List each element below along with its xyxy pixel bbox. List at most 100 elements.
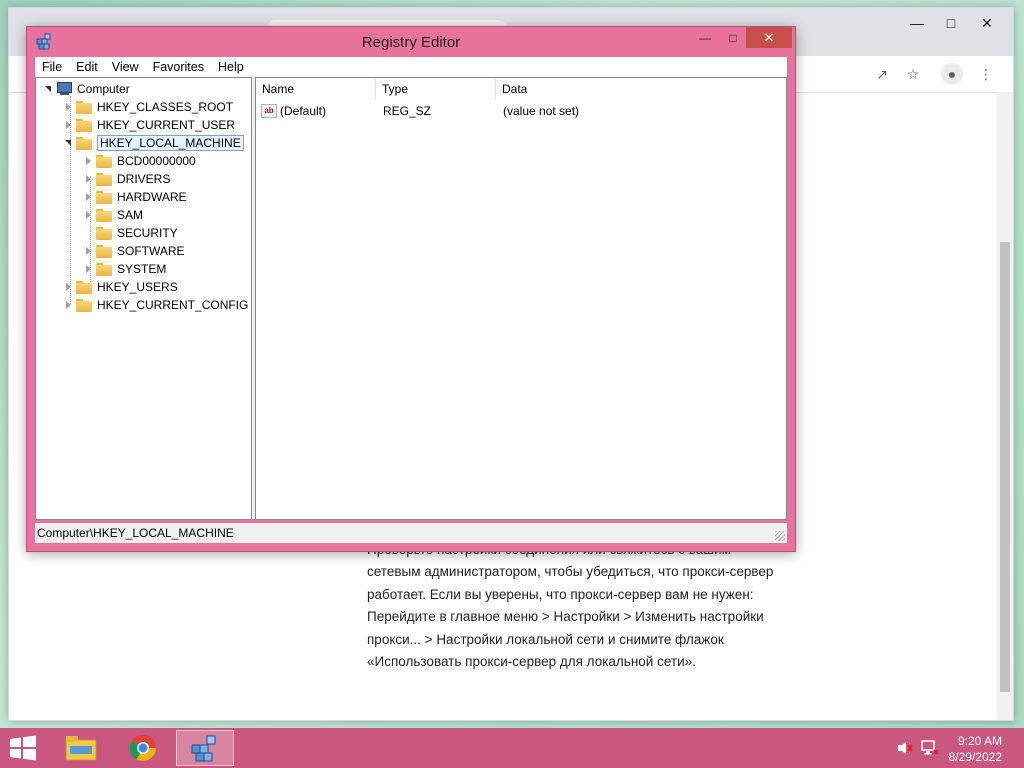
folder-icon bbox=[96, 172, 112, 186]
tree-node-label: SOFTWARE bbox=[117, 244, 185, 258]
regedit-icon bbox=[191, 735, 216, 762]
column-header-type[interactable]: Type bbox=[376, 78, 496, 100]
tree-node-label: HARDWARE bbox=[117, 190, 187, 204]
menu-favorites[interactable]: Favorites bbox=[146, 60, 211, 74]
error-line: Перейдите в главное меню > Настройки > И… bbox=[367, 609, 764, 625]
folder-icon bbox=[76, 100, 92, 114]
browser-maximize-button[interactable]: □ bbox=[933, 8, 969, 38]
tree-node-security[interactable]: SECURITY bbox=[84, 224, 178, 242]
system-clock[interactable]: 9:20 AM 8/29/2022 bbox=[949, 733, 1002, 765]
taskbar-file-explorer[interactable] bbox=[52, 730, 110, 766]
folder-icon bbox=[76, 118, 92, 132]
column-header-data[interactable]: Data bbox=[496, 78, 784, 100]
browser-scrollbar[interactable] bbox=[997, 92, 1013, 720]
string-value-icon: ab bbox=[261, 104, 277, 118]
key-tree-pane[interactable]: Computer HKEY_CLASSES_ROOT HKEY_CURRENT_… bbox=[35, 77, 252, 520]
tree-node-hkey-classes-root[interactable]: HKEY_CLASSES_ROOT bbox=[64, 98, 233, 116]
browser-menu-icon[interactable]: ⋮ bbox=[975, 63, 997, 85]
menu-file[interactable]: File bbox=[35, 60, 69, 74]
folder-icon bbox=[96, 244, 112, 258]
close-button[interactable]: ✕ bbox=[746, 27, 792, 48]
menu-help[interactable]: Help bbox=[211, 60, 251, 74]
menu-view[interactable]: View bbox=[105, 60, 146, 74]
expand-arrow-icon[interactable] bbox=[84, 264, 94, 274]
expand-arrow-icon[interactable] bbox=[64, 102, 74, 112]
folder-icon bbox=[96, 208, 112, 222]
share-icon[interactable]: ↗ bbox=[871, 63, 893, 85]
folder-icon bbox=[76, 280, 92, 294]
expand-arrow-icon[interactable] bbox=[84, 246, 94, 256]
expand-arrow-icon[interactable] bbox=[84, 192, 94, 202]
menu-edit[interactable]: Edit bbox=[69, 60, 105, 74]
tree-node-label: SAM bbox=[117, 208, 144, 222]
tree-node-hardware[interactable]: HARDWARE bbox=[84, 188, 187, 206]
tree-node-computer[interactable]: Computer bbox=[44, 80, 130, 98]
resize-grip-icon[interactable] bbox=[775, 531, 785, 541]
tree-node-label: HKEY_LOCAL_MACHINE bbox=[97, 135, 244, 151]
column-header-name[interactable]: Name bbox=[256, 78, 376, 100]
collapse-arrow-icon[interactable] bbox=[64, 138, 74, 148]
browser-minimize-button[interactable]: — bbox=[899, 8, 935, 38]
error-line: «Использовать прокси-сервер для локально… bbox=[367, 654, 696, 670]
computer-icon bbox=[56, 82, 72, 96]
volume-muted-icon[interactable] bbox=[896, 740, 914, 756]
folder-icon bbox=[96, 226, 112, 240]
clock-time: 9:20 AM bbox=[957, 734, 1002, 748]
menu-bar: File Edit View Favorites Help bbox=[35, 57, 787, 77]
error-line: работает. Если вы уверены, что прокси-се… bbox=[367, 586, 754, 602]
tree-node-label: HKEY_CURRENT_USER bbox=[97, 118, 236, 132]
clock-date: 8/29/2022 bbox=[948, 750, 1002, 764]
tree-node-label: BCD00000000 bbox=[117, 154, 196, 168]
expand-arrow-icon[interactable] bbox=[84, 174, 94, 184]
value-type: REG_SZ bbox=[383, 104, 432, 118]
expand-arrow-icon[interactable] bbox=[64, 120, 74, 130]
expand-arrow-icon[interactable] bbox=[64, 300, 74, 310]
value-row[interactable]: ab (Default) bbox=[261, 102, 326, 120]
tree-node-label: HKEY_USERS bbox=[97, 280, 178, 294]
tree-node-label: HKEY_CLASSES_ROOT bbox=[97, 100, 234, 114]
tree-node-label: HKEY_CURRENT_CONFIG bbox=[97, 298, 249, 312]
expand-arrow-icon[interactable] bbox=[84, 210, 94, 220]
client-area: Computer HKEY_CLASSES_ROOT HKEY_CURRENT_… bbox=[35, 77, 787, 520]
taskbar: 9:20 AM 8/29/2022 bbox=[0, 728, 1024, 768]
taskbar-registry-editor[interactable] bbox=[176, 730, 234, 766]
tree-node-hkey-current-config[interactable]: HKEY_CURRENT_CONFIG bbox=[64, 296, 248, 314]
window-title: Registry Editor bbox=[361, 34, 461, 51]
folder-icon bbox=[76, 298, 92, 312]
expand-arrow-icon[interactable] bbox=[84, 156, 94, 166]
tree-node-sam[interactable]: SAM bbox=[84, 206, 143, 224]
tree-node-hkey-current-user[interactable]: HKEY_CURRENT_USER bbox=[64, 116, 235, 134]
tree-node-label: Computer bbox=[77, 82, 130, 96]
expand-arrow-icon[interactable] bbox=[64, 282, 74, 292]
windows-start-icon[interactable] bbox=[8, 734, 38, 762]
network-icon[interactable] bbox=[920, 739, 940, 757]
value-data: (value not set) bbox=[503, 104, 580, 118]
folder-open-icon bbox=[76, 136, 92, 150]
tree-node-hkey-users[interactable]: HKEY_USERS bbox=[64, 278, 178, 296]
tree-node-label: SECURITY bbox=[117, 226, 178, 240]
folder-icon bbox=[96, 262, 112, 276]
proxy-error-text: Проверьте настройки соединения или свяжи… bbox=[367, 539, 797, 673]
tree-node-system[interactable]: SYSTEM bbox=[84, 260, 166, 278]
tree-node-bcd[interactable]: BCD00000000 bbox=[84, 152, 196, 170]
maximize-button[interactable]: □ bbox=[719, 27, 747, 48]
browser-scroll-thumb[interactable] bbox=[1000, 242, 1010, 692]
registry-editor-window[interactable]: Registry Editor — □ ✕ File Edit View Fav… bbox=[26, 26, 796, 552]
status-path: Computer\HKEY_LOCAL_MACHINE bbox=[37, 526, 234, 540]
tree-node-software[interactable]: SOFTWARE bbox=[84, 242, 185, 260]
collapse-arrow-icon[interactable] bbox=[44, 84, 54, 94]
tree-node-hkey-local-machine[interactable]: HKEY_LOCAL_MACHINE bbox=[64, 134, 244, 152]
folder-icon bbox=[96, 190, 112, 204]
value-name: (Default) bbox=[280, 104, 327, 118]
taskbar-chrome[interactable] bbox=[114, 730, 172, 766]
error-line: прокси... > Настройки локальной сети и с… bbox=[367, 631, 724, 647]
minimize-button[interactable]: — bbox=[691, 27, 719, 48]
values-list-pane[interactable]: Name Type Data ab (Default) REG_SZ (valu… bbox=[255, 77, 787, 520]
tree-node-drivers[interactable]: DRIVERS bbox=[84, 170, 170, 188]
title-bar[interactable]: Registry Editor — □ ✕ bbox=[27, 27, 795, 57]
profile-avatar-icon[interactable]: ● bbox=[941, 63, 963, 85]
status-bar: Computer\HKEY_LOCAL_MACHINE bbox=[35, 523, 787, 543]
browser-close-button[interactable]: ✕ bbox=[969, 8, 1005, 38]
bookmark-star-icon[interactable]: ☆ bbox=[902, 63, 924, 85]
